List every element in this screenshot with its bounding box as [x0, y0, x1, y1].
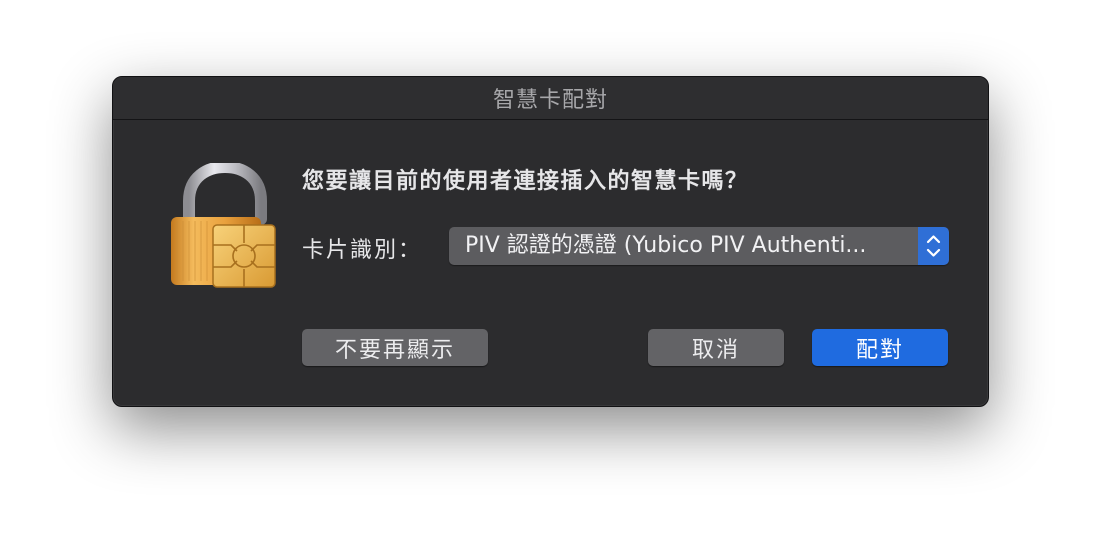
padlock-smartcard-icon: [171, 163, 276, 288]
card-id-popup[interactable]: PIV 認證的憑證 (Yubico PIV Authenti...: [449, 227, 949, 265]
card-id-label: 卡片識別：: [302, 238, 423, 263]
title-bar: 智慧卡配對: [113, 77, 988, 120]
dont-show-again-button[interactable]: 不要再顯示: [302, 329, 488, 366]
dialog-title: 智慧卡配對: [492, 88, 608, 113]
cancel-button[interactable]: 取消: [648, 329, 784, 366]
popup-arrows-icon: [918, 227, 949, 265]
pair-button[interactable]: 配對: [812, 329, 948, 366]
card-id-value: PIV 認證的憑證 (Yubico PIV Authenti...: [465, 233, 867, 258]
smartcard-pairing-dialog: 智慧卡配對 您要讓目前的使用者連接插入的智慧卡嗎？ 卡片識別： PIV 認證的憑…: [112, 76, 989, 407]
pairing-question: 您要讓目前的使用者連接插入的智慧卡嗎？: [302, 169, 749, 194]
up-down-chevron-icon: [926, 235, 941, 257]
